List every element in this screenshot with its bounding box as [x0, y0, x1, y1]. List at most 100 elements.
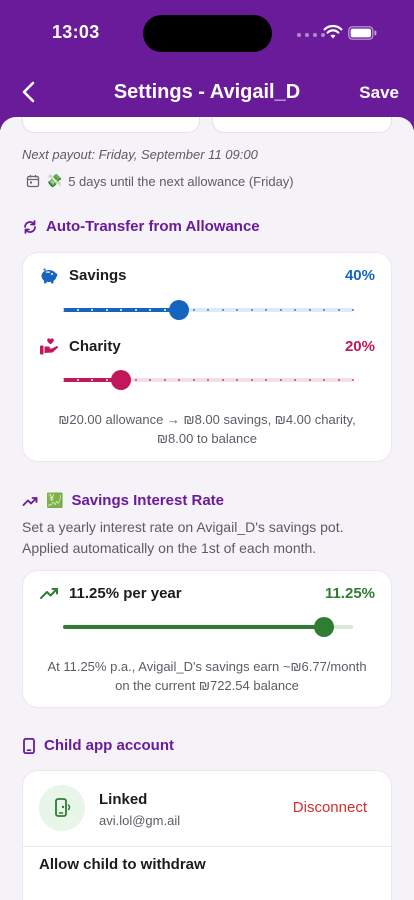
- slider-tick: [76, 379, 79, 381]
- slider-tick: [265, 309, 267, 311]
- slider-tick: [62, 309, 64, 311]
- settings-sheet: Next payout: Friday, September 11 09:00 …: [0, 117, 414, 900]
- slider-tick: [120, 309, 122, 311]
- slider-tick: [91, 379, 93, 381]
- transfer-summary-line1: ₪20.00 allowance → ₪8.00 savings, ₪4.00 …: [58, 412, 356, 427]
- partial-card-right[interactable]: [212, 117, 392, 133]
- slider-tick: [279, 309, 282, 311]
- charity-label: Charity: [69, 338, 121, 355]
- slider-tick: [352, 309, 354, 311]
- slider-tick: [149, 379, 151, 381]
- slider-tick: [207, 309, 209, 311]
- interest-summary: At 11.25% p.a., Avigail_D's savings earn…: [23, 657, 391, 695]
- chart-emoji: 💹: [46, 492, 64, 508]
- slider-tick: [250, 379, 253, 381]
- linked-email: avi.lol@gm.ail: [99, 813, 181, 828]
- dynamic-island: [143, 15, 272, 52]
- interest-rate-value: 11.25%: [324, 585, 375, 602]
- slider-tick: [294, 309, 296, 311]
- interest-title: Savings Interest Rate: [71, 492, 224, 509]
- slider-tick: [352, 379, 354, 381]
- child-account-card: Linked avi.lol@gm.ail Disconnect Allow c…: [22, 770, 392, 900]
- interest-summary-line2: on the current ₪722.54 balance: [115, 678, 299, 693]
- slider-tick: [221, 309, 224, 311]
- transfer-summary: ₪20.00 allowance → ₪8.00 savings, ₪4.00 …: [23, 410, 391, 448]
- slider-thumb[interactable]: [169, 300, 189, 320]
- savings-label: Savings: [69, 267, 127, 284]
- charity-slider[interactable]: [62, 368, 354, 392]
- slider-tick: [337, 379, 340, 381]
- slider-tick: [294, 379, 296, 381]
- slider-tick: [308, 379, 311, 381]
- wifi-icon: [323, 24, 343, 39]
- partial-card-left[interactable]: [22, 117, 200, 133]
- slider-tick: [105, 309, 108, 311]
- slider-tick: [163, 379, 166, 381]
- slider-tick: [323, 379, 325, 381]
- slider-tick: [236, 379, 238, 381]
- child-account-title: Child app account: [44, 737, 175, 754]
- slider-tick: [323, 309, 325, 311]
- slider-tick: [308, 309, 311, 311]
- interest-summary-line1: At 11.25% p.a., Avigail_D's savings earn…: [47, 659, 367, 674]
- interest-rate-slider[interactable]: [63, 615, 353, 639]
- savings-slider[interactable]: [62, 298, 354, 322]
- slider-tick: [149, 309, 151, 311]
- slider-thumb[interactable]: [111, 370, 131, 390]
- slider-tick: [221, 379, 224, 381]
- interest-card: 11.25% per year 11.25% At 11.25% p.a., A…: [22, 570, 392, 708]
- slider-tick: [62, 379, 64, 381]
- slider-tick: [105, 379, 108, 381]
- slider-track-fill: [63, 625, 324, 629]
- save-button[interactable]: Save: [359, 83, 399, 103]
- auto-transfer-heading: Auto-Transfer from Allowance: [22, 218, 260, 235]
- child-account-heading: Child app account: [22, 737, 174, 754]
- auto-transfer-title: Auto-Transfer from Allowance: [46, 218, 260, 235]
- linked-device-avatar: [39, 785, 85, 831]
- savings-percent: 40%: [344, 267, 375, 284]
- app-bar: 13:03 Settings - Avigail_D Save: [0, 0, 414, 130]
- trending-up-icon: [22, 496, 38, 506]
- slider-tick: [134, 379, 137, 381]
- interest-description: Set a yearly interest rate on Avigail_D'…: [22, 517, 392, 559]
- slider-tick: [163, 309, 166, 311]
- battery-icon: [348, 26, 377, 40]
- slider-thumb[interactable]: [314, 617, 334, 637]
- phone-link-icon: [55, 798, 71, 817]
- auto-transfer-card: Savings 40% Charity 20% ₪20.00 allowance…: [22, 252, 392, 462]
- page-title: Settings - Avigail_D: [113, 81, 301, 103]
- interest-rate-label: 11.25% per year: [69, 585, 182, 602]
- slider-tick: [250, 309, 253, 311]
- phone-icon: [23, 737, 35, 754]
- disconnect-button[interactable]: Disconnect: [293, 799, 367, 816]
- interest-description-line2: Applied automatically on the 1st of each…: [22, 540, 317, 556]
- slider-tick: [265, 379, 267, 381]
- slider-tick: [337, 309, 340, 311]
- slider-tick: [76, 309, 79, 311]
- allow-withdraw-label: Allow child to withdraw: [39, 856, 206, 873]
- slider-tick: [192, 379, 195, 381]
- status-time: 13:03: [52, 22, 100, 42]
- link-status: Linked: [99, 791, 148, 808]
- slider-tick: [279, 379, 282, 381]
- slider-tick: [91, 309, 93, 311]
- slider-tick: [192, 309, 195, 311]
- calendar-icon: [26, 175, 40, 188]
- next-payout-text: Next payout: Friday, September 11 09:00: [22, 147, 258, 162]
- charity-percent: 20%: [344, 338, 375, 355]
- trending-up-icon: [40, 588, 58, 599]
- slider-tick: [134, 309, 137, 311]
- transfer-summary-line2: ₪8.00 to balance: [157, 431, 257, 446]
- interest-description-line1: Set a yearly interest rate on Avigail_D'…: [22, 519, 344, 535]
- money-emoji: 💸: [46, 173, 63, 188]
- slider-tick: [178, 379, 180, 381]
- divider: [23, 846, 391, 847]
- countdown-text: 5 days until the next allowance (Friday): [68, 173, 294, 189]
- interest-heading: 💹 Savings Interest Rate: [22, 492, 224, 509]
- sync-icon: [24, 219, 36, 234]
- piggy-bank-icon: [41, 268, 58, 284]
- charity-hand-heart-icon: [40, 338, 59, 355]
- slider-tick: [236, 309, 238, 311]
- allowance-countdown: 💸 5 days until the next allowance (Frida…: [26, 173, 294, 189]
- signal-icon: [297, 33, 325, 37]
